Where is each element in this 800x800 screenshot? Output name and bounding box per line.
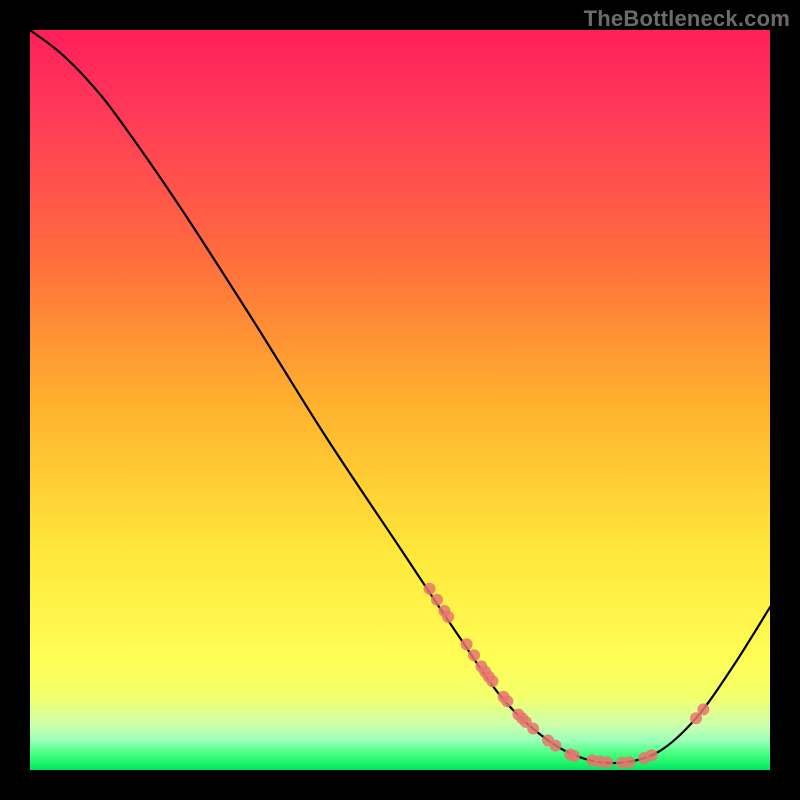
highlight-dot [501,695,513,707]
highlight-dot [549,740,561,752]
highlight-dot [568,750,580,762]
highlight-dot [468,649,480,661]
highlight-dot [487,675,499,687]
highlight-dot [601,756,613,768]
highlight-dot [646,749,658,761]
chart-frame: TheBottleneck.com [0,0,800,800]
plot-area [30,30,770,770]
highlight-dot [424,583,436,595]
curve-svg [30,30,770,770]
highlight-dot [431,594,443,606]
highlight-dots-group [424,583,710,769]
highlight-dot [461,638,473,650]
highlight-dot [623,756,635,768]
highlight-dot [527,723,539,735]
highlight-dot [442,611,454,623]
highlight-dot [697,703,709,715]
watermark-text: TheBottleneck.com [584,6,790,32]
bottleneck-curve [30,30,770,763]
